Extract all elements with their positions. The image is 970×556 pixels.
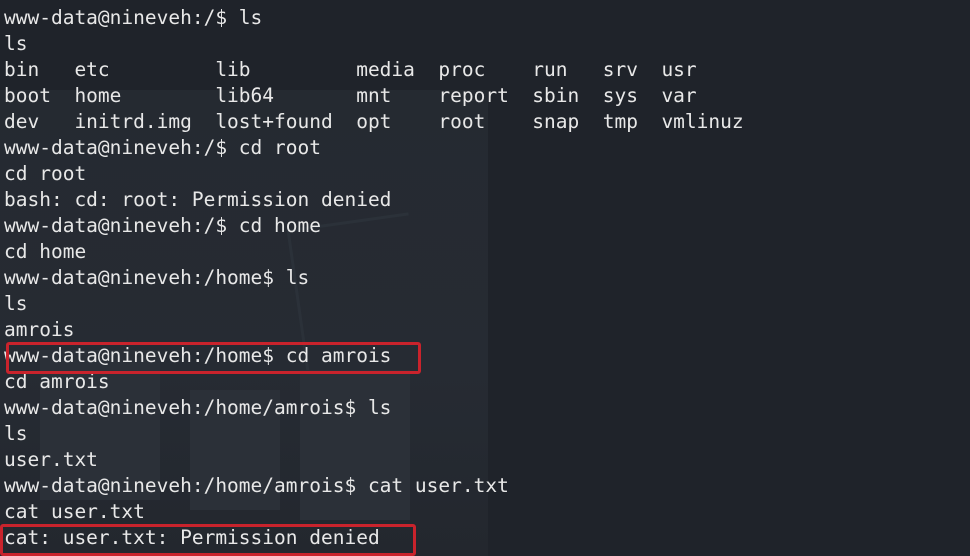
terminal-line: ls: [4, 422, 28, 445]
terminal-line: www-data@nineveh:/home/amrois$ ls: [4, 396, 392, 419]
terminal-line: cat user.txt: [4, 500, 145, 523]
terminal-line: www-data@nineveh:/home$ cd amrois: [4, 344, 392, 367]
terminal-line: www-data@nineveh:/$ cd root: [4, 136, 321, 159]
terminal-line: boot home lib64 mnt report sbin sys var: [4, 84, 697, 107]
terminal-line: www-data@nineveh:/$ ls: [4, 6, 263, 29]
terminal-line: bin etc lib media proc run srv usr: [4, 58, 697, 81]
terminal-line: ls: [4, 32, 28, 55]
terminal-line: bash: cd: root: Permission denied: [4, 188, 392, 211]
terminal-output[interactable]: www-data@nineveh:/$ ls ls bin etc lib medi…: [4, 5, 744, 551]
terminal-line: dev initrd.img lost+found opt root snap …: [4, 110, 744, 133]
terminal-line: ls: [4, 292, 28, 315]
terminal-line: www-data@nineveh:/$ cd home: [4, 214, 321, 237]
terminal-line: www-data@nineveh:/home$ ls: [4, 266, 310, 289]
terminal-line: cd home: [4, 240, 87, 263]
terminal-line: cat: user.txt: Permission denied: [4, 526, 380, 549]
terminal-line: cd amrois: [4, 370, 110, 393]
terminal-line: www-data@nineveh:/home/amrois$ cat user.…: [4, 474, 509, 497]
terminal-line: cd root: [4, 162, 87, 185]
terminal-window[interactable]: www-data@nineveh:/$ ls ls bin etc lib medi…: [0, 0, 970, 556]
terminal-line: user.txt: [4, 448, 98, 471]
terminal-line: amrois: [4, 318, 75, 341]
